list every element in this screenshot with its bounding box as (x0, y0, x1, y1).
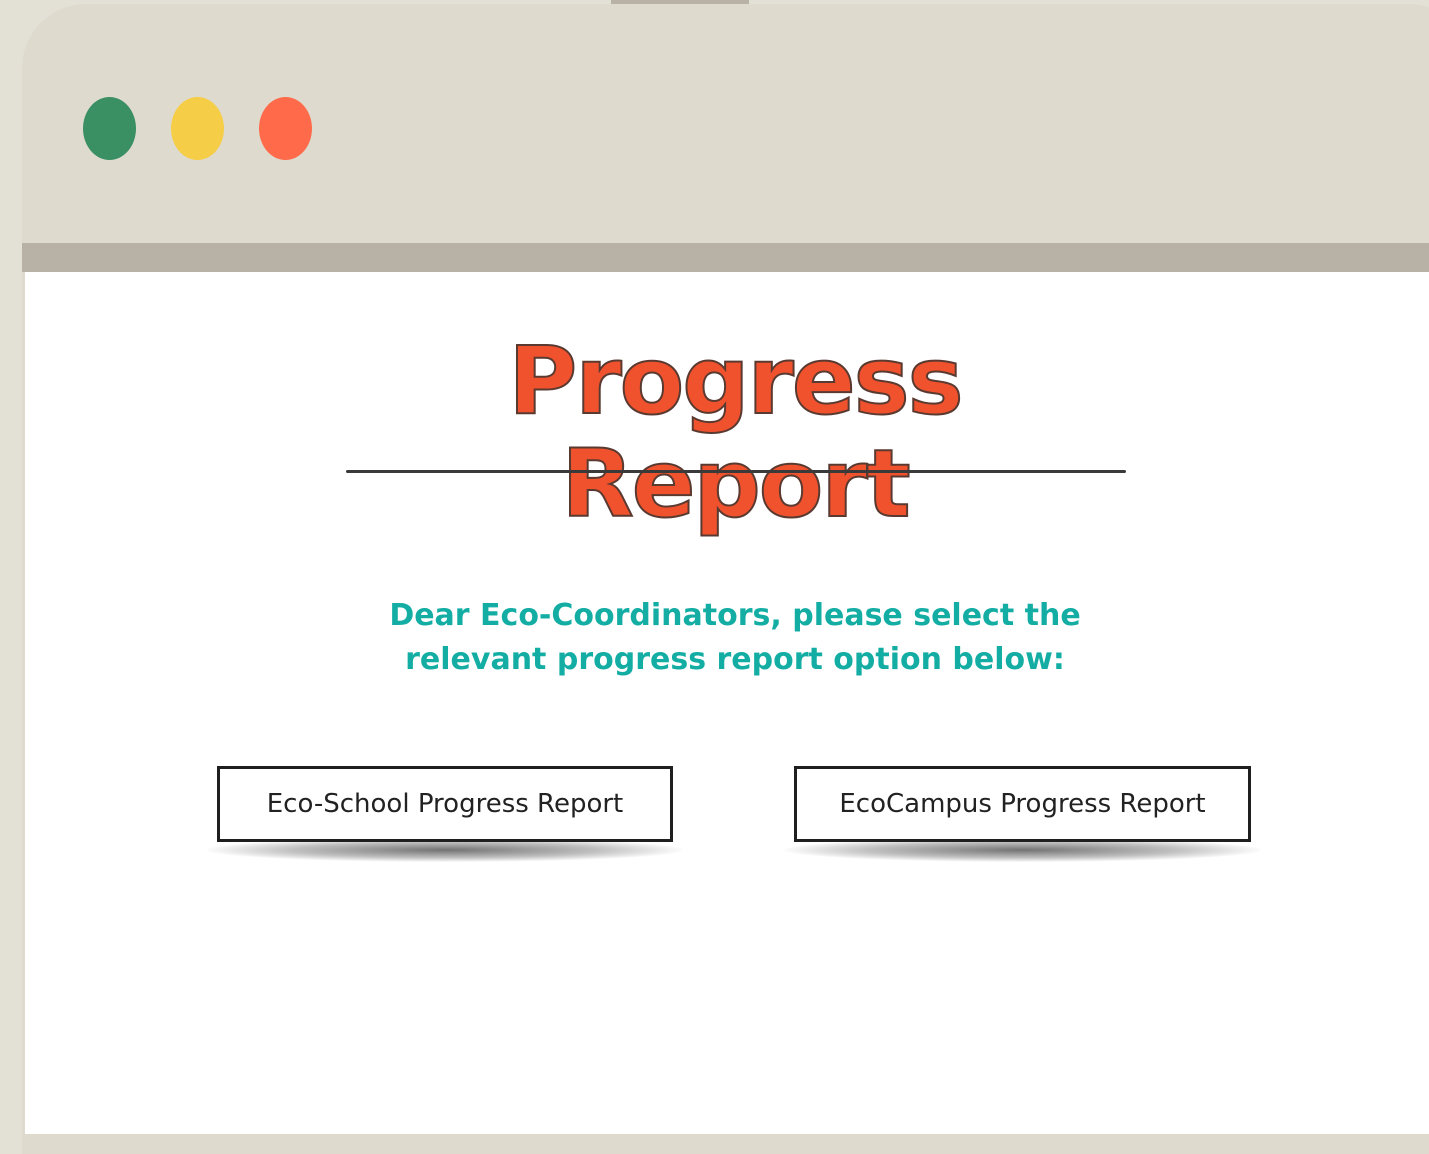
window-control-red[interactable] (259, 97, 312, 160)
browser-mockup: Progress Report Dear Eco-Coordinators, p… (0, 0, 1429, 1154)
window-bottom-bar (22, 1134, 1429, 1154)
page-content: Progress Report Dear Eco-Coordinators, p… (25, 272, 1429, 1134)
instruction-line-1: Dear Eco-Coordinators, please select the (389, 598, 1081, 633)
instruction-text: Dear Eco-Coordinators, please select the… (355, 594, 1115, 682)
page-title: Progress Report (507, 327, 964, 540)
browser-window: Progress Report Dear Eco-Coordinators, p… (22, 4, 1429, 1154)
title-underline (346, 470, 1126, 473)
ecocampus-progress-report-button[interactable]: EcoCampus Progress Report (794, 766, 1251, 842)
title-bar-divider (22, 243, 1429, 272)
window-control-yellow[interactable] (171, 97, 224, 160)
eco-school-progress-report-button[interactable]: Eco-School Progress Report (217, 766, 673, 842)
instruction-line-2: relevant progress report option below: (405, 642, 1065, 677)
window-control-green[interactable] (83, 97, 136, 160)
